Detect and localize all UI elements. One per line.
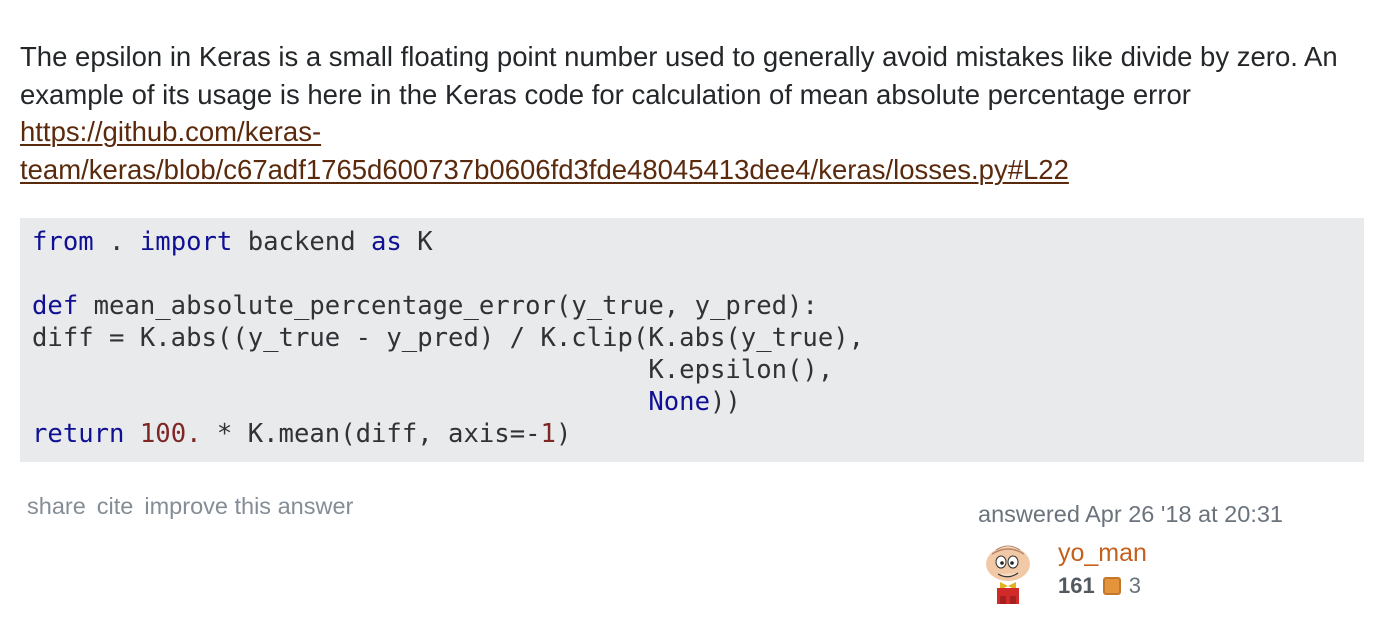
- code-keyword: from: [32, 227, 94, 257]
- post-menu: share cite improve this answer: [27, 493, 353, 520]
- answer-text: The epsilon in Keras is a small floating…: [20, 38, 1364, 188]
- code-text-fragment: ): [555, 419, 572, 449]
- code-keyword: import: [139, 227, 233, 257]
- bronze-badge-count: 3: [1128, 573, 1141, 598]
- code-keyword: def: [32, 291, 79, 321]
- cite-link[interactable]: cite: [97, 493, 134, 520]
- share-link[interactable]: share: [27, 493, 86, 520]
- user-avatar[interactable]: [978, 540, 1042, 604]
- answer-body: The epsilon in Keras is a small floating…: [20, 38, 1364, 188]
- github-link[interactable]: https://github.com/keras-team/keras/blob…: [20, 116, 1069, 185]
- user-row: yo_man 161 3: [978, 538, 1338, 608]
- code-text-fragment: )): [710, 387, 741, 417]
- code-block: from . import backend as K def mean_abso…: [20, 218, 1364, 462]
- answered-time: answered Apr 26 '18 at 20:31: [978, 501, 1283, 527]
- code-text-fragment: * K.mean(diff, axis=-: [201, 419, 541, 449]
- reputation-score: 161: [1058, 573, 1095, 598]
- code-keyword: as: [371, 227, 402, 257]
- code-line: diff = K.abs((y_true - y_pred) / K.clip(…: [32, 323, 865, 353]
- code-number: 1: [540, 419, 556, 449]
- code-text-fragment: K: [401, 227, 433, 257]
- improve-answer-link[interactable]: improve this answer: [144, 493, 353, 520]
- code-text-fragment: [124, 419, 139, 449]
- user-details: yo_man 161 3: [1058, 538, 1147, 599]
- code-constant: None: [648, 387, 710, 417]
- bronze-badge-icon: [1102, 577, 1121, 595]
- user-info-card: answered Apr 26 '18 at 20:31 yo_man 161 …: [978, 500, 1338, 608]
- code-line: K.epsilon(),: [32, 355, 834, 385]
- code-text-fragment: backend: [232, 227, 372, 257]
- code-text-fragment: .: [93, 227, 140, 257]
- reputation-line: 161 3: [1058, 573, 1147, 599]
- code-keyword: return: [32, 419, 125, 449]
- code-text-fragment: mean_absolute_percentage_error(y_true, y…: [78, 291, 818, 321]
- code-text: from . import backend as K def mean_abso…: [32, 226, 1352, 450]
- code-number: 100.: [139, 419, 202, 449]
- answer-text-intro: The epsilon in Keras is a small floating…: [20, 41, 1338, 110]
- user-name-link[interactable]: yo_man: [1058, 538, 1147, 568]
